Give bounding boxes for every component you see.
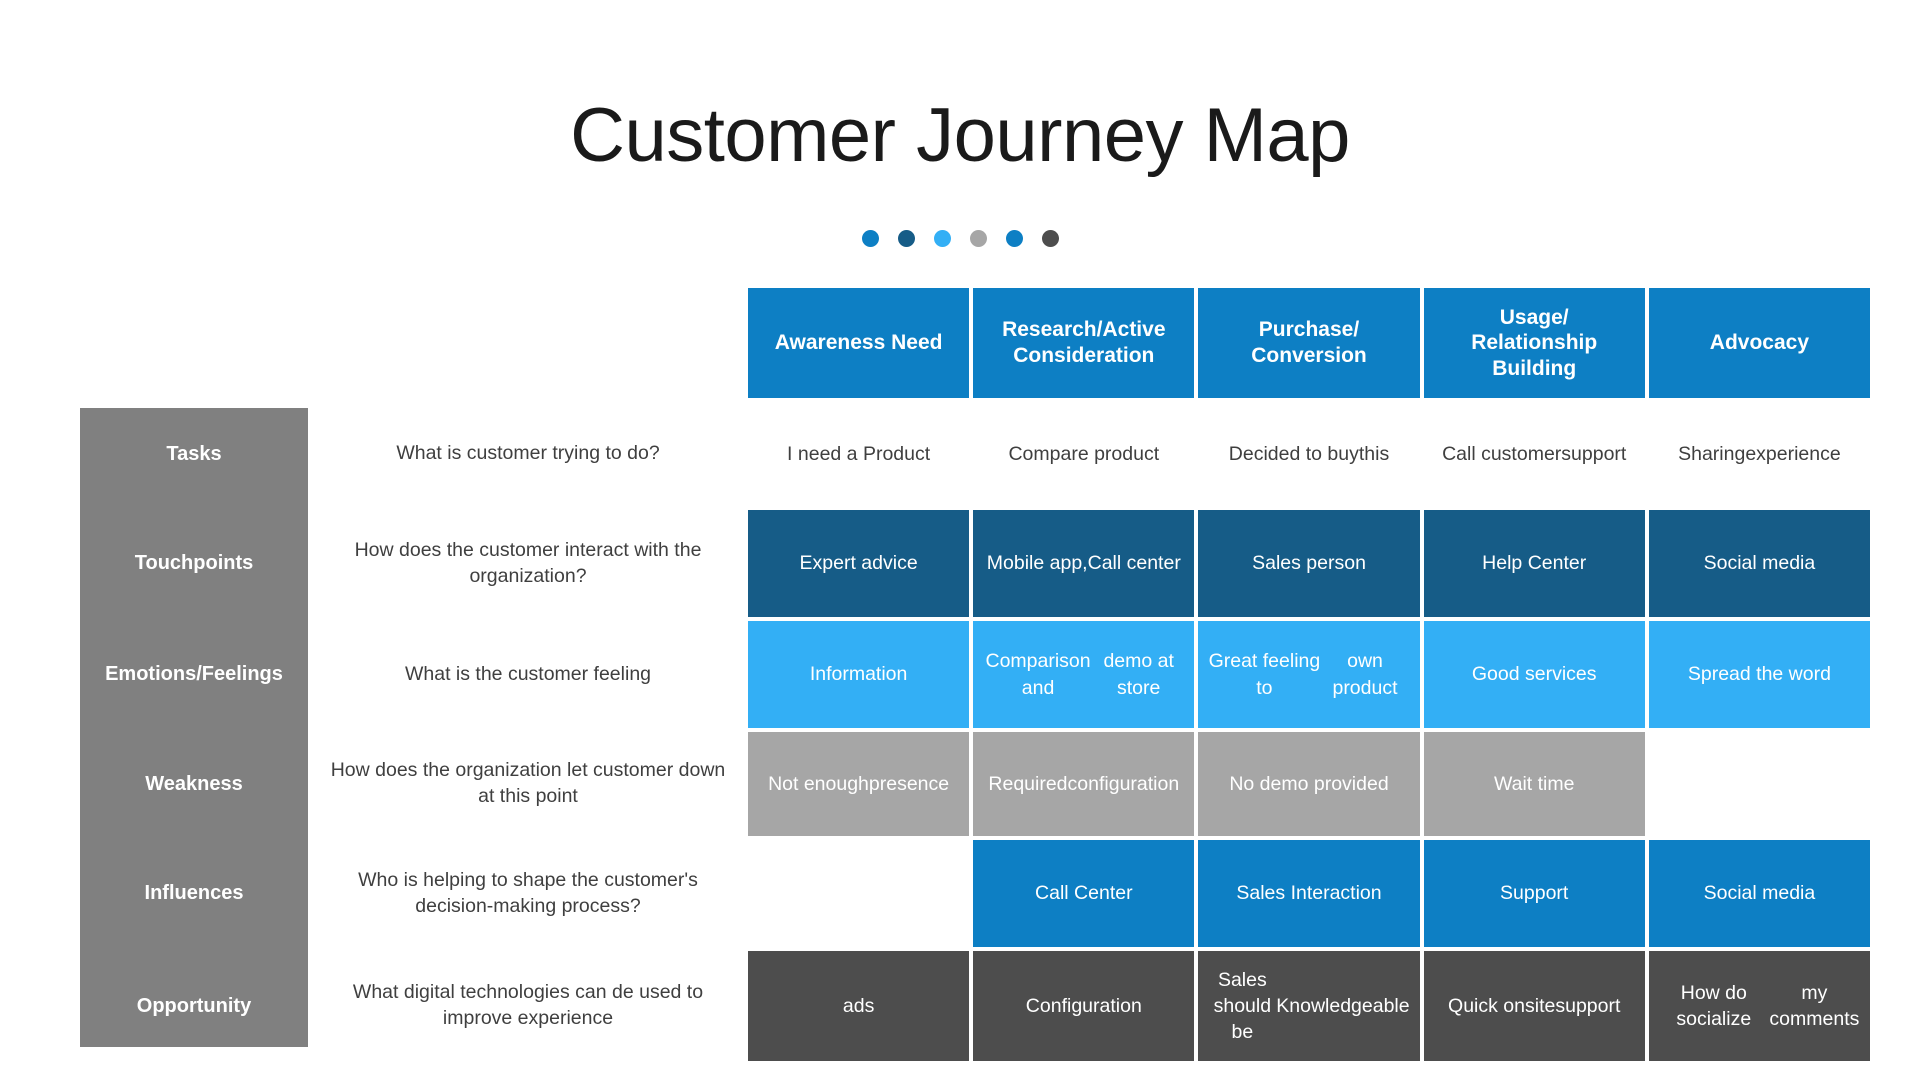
row-label-influences[interactable]: Influences: [80, 840, 308, 947]
cell-weakness-usage-relationship-building[interactable]: Wait time: [1423, 732, 1645, 836]
row-label-opportunity[interactable]: Opportunity: [80, 951, 308, 1061]
row-label-weakness[interactable]: Weakness: [80, 732, 308, 836]
stage-header-label: Advocacy: [1709, 331, 1810, 355]
journey-matrix: Awareness Need Research/Active Considerati…: [80, 288, 1871, 1061]
matrix-body: Tasks What is customer trying to do? I nee…: [80, 402, 1871, 1061]
cell-influences-advocacy[interactable]: Social media: [1648, 840, 1871, 947]
journey-map-slide: Customer Journey Map Awareness Need Resea…: [0, 0, 1920, 1080]
row-cells-emotions-feelings: Information Comparison and demo at store Gr…: [748, 621, 1871, 728]
progress-dot-3: [933, 230, 951, 247]
cell-opportunity-awareness-need[interactable]: ads: [748, 951, 970, 1061]
cell-tasks-advocacy[interactable]: Sharing experience: [1649, 402, 1870, 506]
cell-emotions-feelings-awareness-need[interactable]: Information: [748, 621, 970, 728]
row-label-touchpoints[interactable]: Touchpoints: [80, 510, 308, 617]
cell-tasks-purchase-conversion[interactable]: Decided to buy this: [1198, 402, 1419, 506]
row-cells-influences: Call Center Sales Interaction Support Socia…: [748, 840, 1871, 947]
matrix-row-emotions-feelings: Emotions/Feelings What is the customer fe…: [80, 621, 1871, 728]
stage-header-cell[interactable]: Awareness Need: [748, 288, 970, 398]
cell-tasks-usage-relationship-building[interactable]: Call customer support: [1424, 402, 1645, 506]
header-question-spacer: [308, 288, 748, 398]
row-cells-touchpoints: Expert advice Mobile app, Call center Sales…: [748, 510, 1871, 617]
cell-emotions-feelings-advocacy[interactable]: Spread the word: [1648, 621, 1871, 728]
matrix-row-weakness: Weakness How does the organization let cu…: [80, 732, 1870, 836]
progress-dot-1: [861, 230, 879, 247]
stage-header-row: Awareness Need Research/Active Considerati…: [80, 288, 1871, 398]
stage-header-label: Awareness Need: [774, 331, 943, 355]
matrix-row-influences: Influences Who is helping to shape the cu…: [80, 840, 1871, 947]
stage-header-label: Purchase/Conversion: [1251, 318, 1367, 367]
row-label-tasks[interactable]: Tasks: [80, 402, 308, 506]
cell-weakness-purchase-conversion[interactable]: No demo provided: [1198, 732, 1420, 836]
matrix-row-opportunity: Opportunity What digital technologies can…: [80, 951, 1871, 1061]
stage-header-cell[interactable]: Research/Active Consideration: [973, 288, 1195, 398]
cell-touchpoints-purchase-conversion[interactable]: Sales person: [1198, 510, 1420, 617]
cell-influences-research-active-consideration[interactable]: Call Center: [973, 840, 1195, 947]
cell-touchpoints-research-active-consideration[interactable]: Mobile app, Call center: [973, 510, 1195, 617]
cell-influences-awareness-need: [748, 840, 969, 947]
page-title: Customer Journey Map: [570, 93, 1350, 178]
cell-weakness-advocacy: [1649, 732, 1870, 836]
row-cells-weakness: Not enough presence Required configuration N…: [748, 732, 1870, 836]
row-question-tasks: What is customer trying to do?: [396, 442, 660, 465]
row-question-emotions-feelings: What is the customer feeling: [404, 662, 652, 685]
cell-touchpoints-awareness-need[interactable]: Expert advice: [748, 510, 970, 617]
row-question-opportunity: What digital technologies can de used to…: [352, 981, 704, 1029]
stage-header-cell[interactable]: Usage/Relationship Building: [1423, 288, 1645, 398]
cell-emotions-feelings-purchase-conversion[interactable]: Great feeling to own product: [1198, 621, 1420, 728]
cell-tasks-research-active-consideration[interactable]: Compare product: [973, 402, 1194, 506]
progress-dot-5: [1005, 230, 1023, 247]
cell-weakness-research-active-consideration[interactable]: Required configuration: [973, 732, 1195, 836]
progress-dot-2: [897, 230, 915, 247]
stage-header-label: Usage/Relationship Building: [1471, 305, 1598, 380]
stage-header-cell[interactable]: Advocacy: [1648, 288, 1871, 398]
row-label-emotions-feelings[interactable]: Emotions/Feelings: [80, 621, 308, 728]
row-question-influences: Who is helping to shape the customer's d…: [358, 868, 698, 917]
dot-indicator-row: [0, 230, 1920, 247]
header-label-spacer: [80, 288, 308, 398]
matrix-row-tasks: Tasks What is customer trying to do? I nee…: [80, 402, 1870, 506]
cell-tasks-awareness-need[interactable]: I need a Product: [748, 402, 969, 506]
row-cells-opportunity: ads Configuration Sales should be Knowledge…: [748, 951, 1871, 1061]
progress-dot-4: [969, 230, 987, 247]
cell-opportunity-purchase-conversion[interactable]: Sales should be Knowledgeable: [1198, 951, 1420, 1061]
progress-dot-6: [1041, 230, 1059, 247]
row-question-touchpoints: How does the customer interact with the …: [354, 538, 702, 587]
matrix-row-touchpoints: Touchpoints How does the customer interac…: [80, 510, 1871, 617]
stage-header-cell[interactable]: Purchase/Conversion: [1198, 288, 1420, 398]
cell-influences-purchase-conversion[interactable]: Sales Interaction: [1198, 840, 1420, 947]
cell-weakness-awareness-need[interactable]: Not enough presence: [748, 732, 970, 836]
cell-touchpoints-advocacy[interactable]: Social media: [1648, 510, 1871, 617]
cell-opportunity-research-active-consideration[interactable]: Configuration: [973, 951, 1195, 1061]
cell-influences-usage-relationship-building[interactable]: Support: [1423, 840, 1645, 947]
row-cells-tasks: I need a Product Compare product Decided t…: [748, 402, 1870, 506]
stage-header-cells: Awareness Need Research/Active Considerati…: [748, 288, 1871, 398]
cell-opportunity-usage-relationship-building[interactable]: Quick onsite support: [1423, 951, 1645, 1061]
row-question-weakness: How does the organization let customer d…: [330, 759, 726, 807]
title-block: Customer Journey Map: [0, 96, 1920, 176]
cell-opportunity-advocacy[interactable]: How do socialize my comments: [1648, 951, 1871, 1061]
cell-touchpoints-usage-relationship-building[interactable]: Help Center: [1423, 510, 1645, 617]
stage-header-label: Research/Active Consideration: [1002, 318, 1166, 367]
cell-emotions-feelings-usage-relationship-building[interactable]: Good services: [1423, 621, 1645, 728]
cell-emotions-feelings-research-active-consideration[interactable]: Comparison and demo at store: [973, 621, 1195, 728]
